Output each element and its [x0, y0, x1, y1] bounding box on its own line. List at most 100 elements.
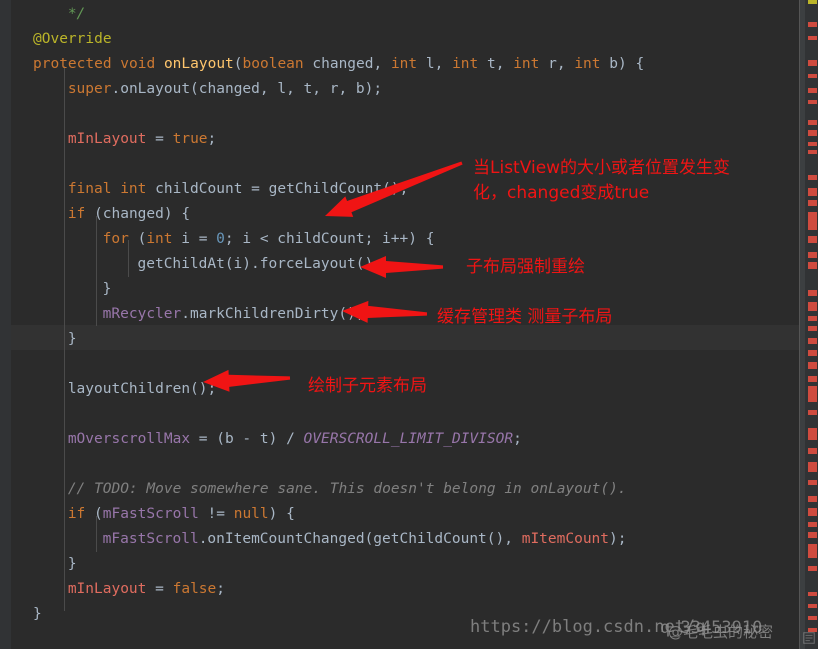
- error-stripe-mark[interactable]: [808, 262, 817, 269]
- error-stripe-mark[interactable]: [808, 592, 817, 596]
- error-stripe-mark[interactable]: [808, 522, 817, 527]
- error-stripe-mark[interactable]: [808, 60, 817, 66]
- code-token: }: [102, 281, 112, 297]
- code-token: @Override: [33, 31, 112, 47]
- code-token: childCount = getChildCount();: [155, 181, 409, 197]
- error-stripe-mark[interactable]: [808, 544, 817, 558]
- error-stripe-mark[interactable]: [808, 290, 817, 296]
- code-line: for (int i = 0; i < childCount; i++) {: [103, 227, 435, 252]
- code-line: layoutChildren();: [68, 377, 216, 402]
- anno-force-layout: 子布局强制重绘: [466, 257, 585, 277]
- code-token: (: [233, 56, 243, 72]
- anno-layout-children: 绘制子元素布局: [308, 376, 427, 396]
- error-stripe-mark[interactable]: [808, 338, 817, 344]
- error-stripe-mark[interactable]: [808, 376, 817, 382]
- inspection-status-icon[interactable]: [802, 631, 816, 645]
- error-stripe-mark[interactable]: [808, 508, 817, 516]
- error-stripe-mark[interactable]: [808, 480, 817, 485]
- code-token: ;: [216, 581, 225, 597]
- error-stripe-mark[interactable]: [808, 120, 817, 125]
- error-stripe-mark[interactable]: [808, 36, 817, 40]
- code-editor-screenshot: */ @Override protected void onLayout(boole…: [0, 0, 818, 649]
- code-token: boolean: [242, 56, 313, 72]
- code-line: }: [68, 552, 77, 577]
- code-token: =: [146, 131, 173, 147]
- code-line: mInLayout = false;: [68, 577, 225, 602]
- anno-changed: 当ListView的大小或者位置发生变 化，changed变成true: [473, 158, 731, 203]
- error-stripe-mark[interactable]: [808, 236, 817, 243]
- error-stripe-mark[interactable]: [808, 74, 817, 78]
- error-stripe-mark[interactable]: [808, 362, 817, 369]
- code-token: mFastScroll: [102, 506, 199, 522]
- error-stripe-mark[interactable]: [808, 410, 817, 415]
- code-line: if (mFastScroll != null) {: [68, 502, 295, 527]
- code-token: r,: [548, 56, 575, 72]
- error-stripe-mark[interactable]: [808, 326, 817, 331]
- code-token: true: [172, 131, 208, 147]
- code-token: null: [233, 506, 269, 522]
- code-token: int: [513, 56, 549, 72]
- code-line: getChildAt(i).forceLayout();: [138, 252, 382, 277]
- error-stripe-mark[interactable]: [808, 316, 817, 321]
- code-line: mOverscrollMax = (b - t) / OVERSCROLL_LI…: [68, 427, 522, 452]
- code-line: }: [33, 602, 42, 627]
- error-stripe-mark[interactable]: [808, 200, 817, 206]
- code-token: mInLayout: [67, 581, 147, 597]
- code-token: onLayout(changed, l, t, r, b);: [120, 81, 383, 97]
- code-token: int: [574, 56, 610, 72]
- code-token: }: [33, 606, 42, 622]
- error-stripe-column[interactable]: [799, 0, 818, 649]
- error-stripe-mark[interactable]: [808, 532, 817, 538]
- error-stripe-mark[interactable]: [808, 188, 817, 196]
- code-line: }: [68, 327, 77, 352]
- code-token: changed,: [312, 56, 391, 72]
- code-token: ; i < childCount; i++) {: [224, 231, 435, 247]
- code-token: !=: [198, 506, 234, 522]
- code-token: false: [172, 581, 217, 597]
- error-stripe-mark[interactable]: [808, 566, 817, 571]
- error-stripe-mark[interactable]: [808, 22, 817, 27]
- error-stripe-mark[interactable]: [808, 496, 817, 502]
- code-line: protected void onLayout(boolean changed,…: [33, 52, 644, 77]
- error-stripe-mark[interactable]: [808, 130, 817, 136]
- code-token: ) {: [268, 506, 295, 522]
- error-stripe-mark[interactable]: [808, 175, 817, 180]
- code-token: onLayout: [163, 56, 234, 72]
- code-token: (changed) {: [94, 206, 191, 222]
- code-token: l,: [425, 56, 453, 72]
- code-token: int: [390, 56, 426, 72]
- error-stripe-mark[interactable]: [808, 0, 817, 4]
- error-stripe-mark[interactable]: [808, 100, 817, 104]
- code-line: mFastScroll.onItemCountChanged(getChildC…: [103, 527, 627, 552]
- error-stripe-mark[interactable]: [808, 448, 817, 454]
- error-stripe-mark[interactable]: [808, 212, 817, 230]
- code-content[interactable]: */ @Override protected void onLayout(boole…: [0, 0, 799, 649]
- error-stripe-mark[interactable]: [808, 252, 817, 258]
- code-token: ;: [513, 431, 522, 447]
- error-stripe-mark[interactable]: [808, 350, 817, 356]
- code-token: */: [67, 6, 86, 22]
- error-stripe-mark[interactable]: [808, 142, 817, 146]
- code-token: = (b - t) /: [190, 431, 304, 447]
- code-token: .onItemCountChanged(getChildCount(),: [198, 531, 522, 547]
- error-stripe-mark[interactable]: [808, 88, 817, 93]
- error-stripe-mark[interactable]: [808, 462, 817, 472]
- code-token: getChildAt(i).forceLayout();: [137, 256, 382, 272]
- error-stripe-mark[interactable]: [808, 150, 817, 154]
- code-line: }: [103, 277, 112, 302]
- error-stripe-mark[interactable]: [808, 428, 817, 440]
- code-token: }: [67, 556, 77, 572]
- code-token: );: [609, 531, 627, 547]
- error-stripe-mark[interactable]: [808, 616, 817, 620]
- code-token: for: [102, 231, 138, 247]
- code-token: 0: [216, 231, 225, 247]
- code-token: .markChildrenDirty();: [181, 306, 365, 322]
- code-line: mRecycler.markChildrenDirty();: [103, 302, 365, 327]
- code-token: mRecycler: [102, 306, 182, 322]
- error-stripe-mark[interactable]: [808, 386, 817, 402]
- code-token: // TODO: Move somewhere sane. This doesn…: [67, 481, 627, 497]
- error-stripe-mark[interactable]: [808, 302, 817, 311]
- anno-recycler: 缓存管理类 测量子布局: [437, 307, 613, 327]
- code-token: int: [146, 231, 182, 247]
- error-stripe-mark[interactable]: [808, 604, 817, 608]
